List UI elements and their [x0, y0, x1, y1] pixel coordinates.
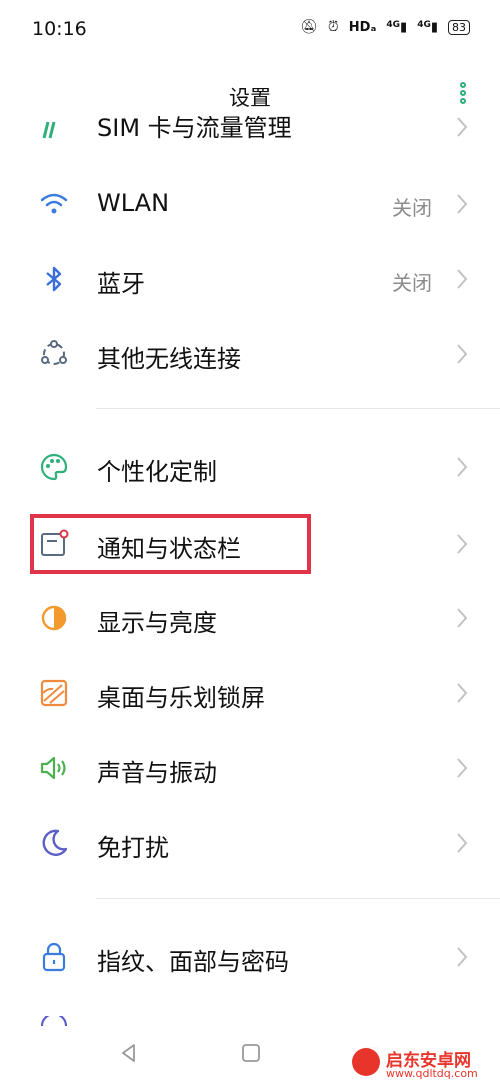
section-divider — [96, 408, 500, 409]
battery-icon: 83 — [448, 19, 470, 35]
chevron-right-icon — [457, 269, 468, 289]
moon-icon — [42, 829, 68, 856]
settings-item-sound[interactable]: 声音与振动 — [0, 731, 500, 805]
page-title: 设置 — [229, 86, 271, 110]
watermark-logo — [352, 1048, 380, 1076]
chevron-right-icon — [457, 947, 468, 967]
signal-1-icon: 4G▮ — [386, 19, 408, 35]
settings-item-label: 声音与振动 — [97, 759, 217, 787]
chevron-right-icon — [457, 683, 468, 703]
settings-item-label: 指纹、面部与密码 — [97, 948, 289, 976]
settings-item-personalization[interactable]: 个性化定制 — [0, 430, 500, 504]
settings-item-bluetooth[interactable]: 蓝牙 关闭 — [0, 242, 500, 316]
chevron-right-icon — [457, 117, 468, 137]
sim-label: SIM 卡与流量管理 — [97, 116, 292, 142]
title-bar: 设置 — [0, 70, 500, 120]
settings-item-dnd[interactable]: 免打扰 — [0, 806, 500, 880]
settings-item-label: 显示与亮度 — [97, 609, 217, 637]
status-icons: 🔕︎ ⏰︎ HDₐ 4G▮ 4G▮ 83 — [300, 19, 470, 35]
connection-icon — [41, 340, 67, 365]
alarm-icon: ⏰︎ — [327, 19, 339, 35]
brightness-icon — [41, 605, 67, 631]
settings-item-desktop[interactable]: 桌面与乐划锁屏 — [0, 656, 500, 730]
palette-icon — [40, 453, 68, 481]
home-button[interactable] — [240, 1042, 262, 1064]
settings-item-value: 关闭 — [392, 271, 432, 295]
settings-item-label: 蓝牙 — [97, 270, 145, 298]
more-options-icon[interactable] — [460, 82, 468, 106]
chevron-right-icon — [457, 457, 468, 477]
settings-item-label: 免打扰 — [97, 834, 169, 862]
watermark-url: www.qdltdq.com — [386, 1067, 478, 1080]
chevron-right-icon — [457, 194, 468, 214]
status-time: 10:16 — [32, 18, 87, 40]
chevron-right-icon — [457, 344, 468, 364]
partial-row[interactable]: SIM 卡与流量管理 — [0, 116, 500, 146]
bluetooth-icon — [46, 266, 62, 292]
chevron-right-icon — [457, 758, 468, 778]
partial-item-icon — [40, 1016, 68, 1026]
settings-item-label: 个性化定制 — [97, 458, 217, 486]
settings-item-label: WLAN — [97, 189, 170, 217]
sim-icon — [42, 121, 56, 139]
chevron-right-icon — [457, 534, 468, 554]
signal-2-icon: 4G▮ — [417, 19, 438, 35]
settings-item-label: 其他无线连接 — [97, 345, 241, 373]
settings-item-display[interactable]: 显示与亮度 — [0, 581, 500, 655]
mute-icon: 🔕︎ — [300, 19, 318, 35]
settings-item-label: 桌面与乐划锁屏 — [97, 684, 265, 712]
hd-indicator: HDₐ — [348, 19, 377, 35]
status-bar: 10:16 🔕︎ ⏰︎ HDₐ 4G▮ 4G▮ 83 — [0, 0, 500, 60]
lock-icon — [42, 942, 66, 972]
settings-item-security[interactable]: 指纹、面部与密码 — [0, 920, 500, 994]
highlight-box — [30, 514, 311, 574]
section-divider — [96, 898, 500, 899]
speaker-icon — [40, 756, 66, 780]
wifi-icon — [40, 193, 68, 214]
chevron-right-icon — [457, 608, 468, 628]
settings-item-wlan[interactable]: WLAN 关闭 — [0, 167, 500, 241]
wallpaper-icon — [40, 679, 68, 707]
back-button[interactable] — [118, 1042, 140, 1064]
settings-item-other-wireless[interactable]: 其他无线连接 — [0, 317, 500, 391]
chevron-right-icon — [457, 833, 468, 853]
watermark: 启东安卓网 www.qdltdq.com — [348, 1044, 496, 1084]
settings-item-value: 关闭 — [392, 196, 432, 220]
